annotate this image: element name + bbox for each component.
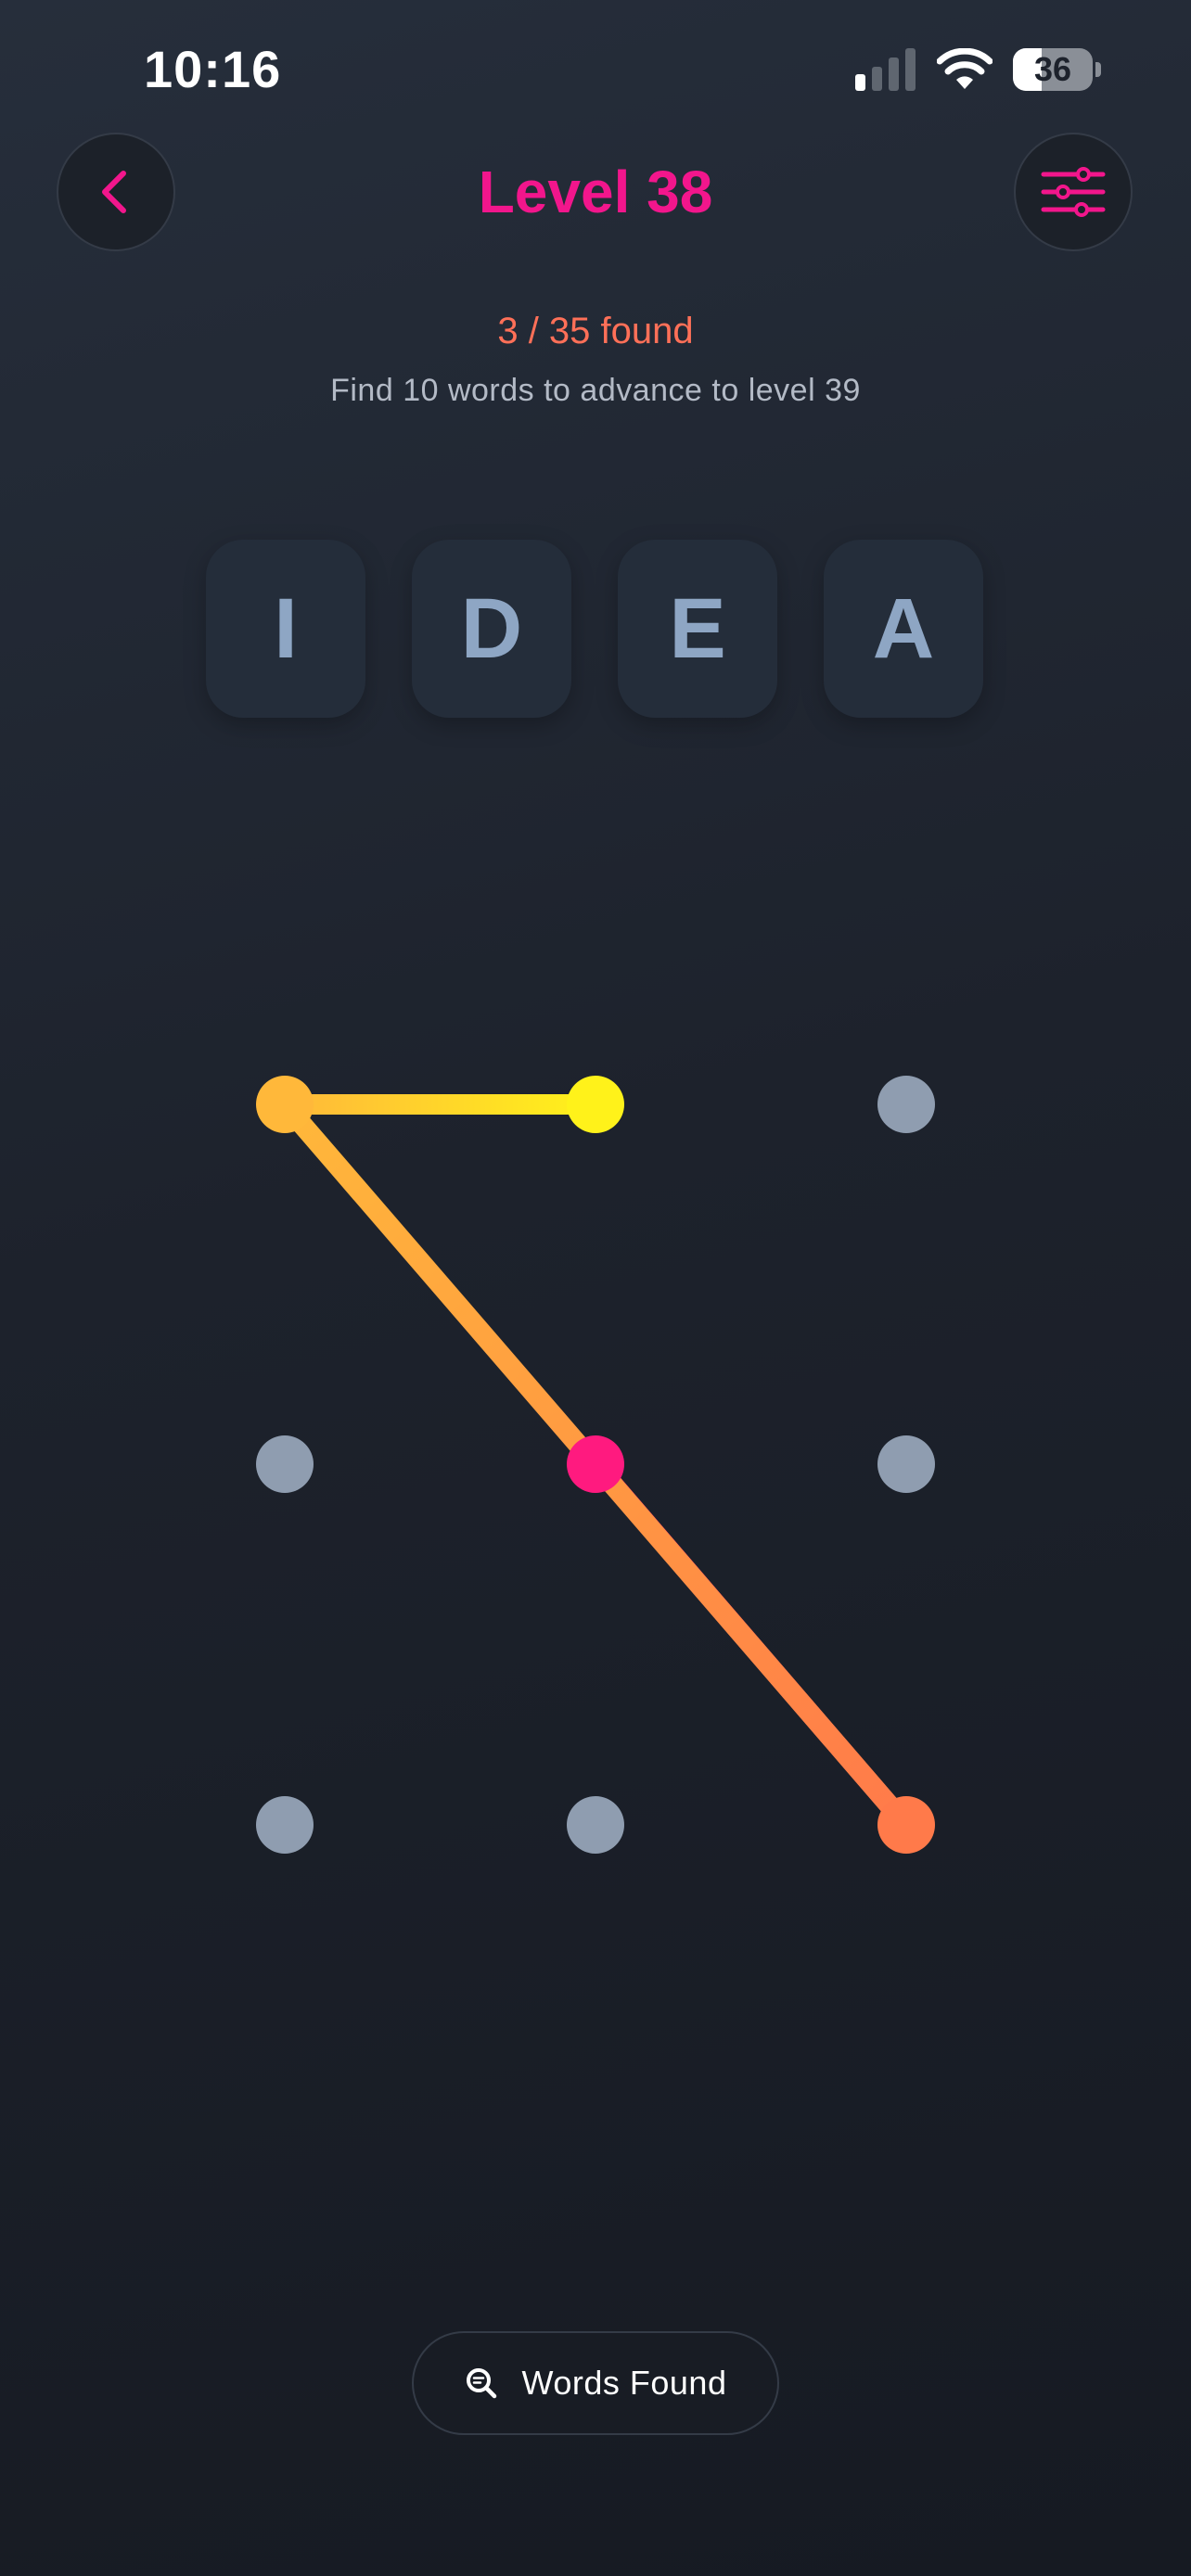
signal-icon <box>855 48 916 91</box>
words-found-button[interactable]: Words Found <box>412 2331 779 2435</box>
letter-tile[interactable]: E <box>618 540 777 718</box>
wifi-icon <box>937 48 992 89</box>
settings-button[interactable] <box>1014 133 1133 251</box>
pattern-dot[interactable] <box>877 1076 935 1133</box>
pattern-dot[interactable] <box>256 1796 314 1854</box>
path-segment <box>585 1454 916 1835</box>
letter-tile[interactable]: I <box>206 540 365 718</box>
level-hint: Find 10 words to advance to level 39 <box>330 373 861 408</box>
pattern-dot-active[interactable] <box>567 1076 624 1133</box>
letter-tiles: I D E A <box>0 540 1191 718</box>
search-list-icon <box>466 2368 496 2399</box>
pattern-dot-active[interactable] <box>256 1076 314 1133</box>
battery-icon: 36 <box>1013 48 1102 91</box>
pattern-dot-active[interactable] <box>877 1796 935 1854</box>
pattern-dot[interactable] <box>567 1796 624 1854</box>
letter-tile[interactable]: A <box>824 540 983 718</box>
words-found-label: Words Found <box>521 2364 727 2402</box>
sliders-icon <box>1041 167 1106 217</box>
status-time: 10:16 <box>144 40 282 98</box>
letter-tile[interactable]: D <box>412 540 571 718</box>
pattern-dot-active[interactable] <box>567 1435 624 1493</box>
pattern-dot[interactable] <box>877 1435 935 1493</box>
pattern-dot[interactable] <box>256 1435 314 1493</box>
status-bar: 10:16 36 <box>0 0 1191 139</box>
page-title: Level 38 <box>478 159 713 225</box>
progress-count: 3 / 35 found <box>497 311 694 351</box>
pattern-dots <box>256 1076 935 1854</box>
battery-level: 36 <box>1033 50 1072 88</box>
